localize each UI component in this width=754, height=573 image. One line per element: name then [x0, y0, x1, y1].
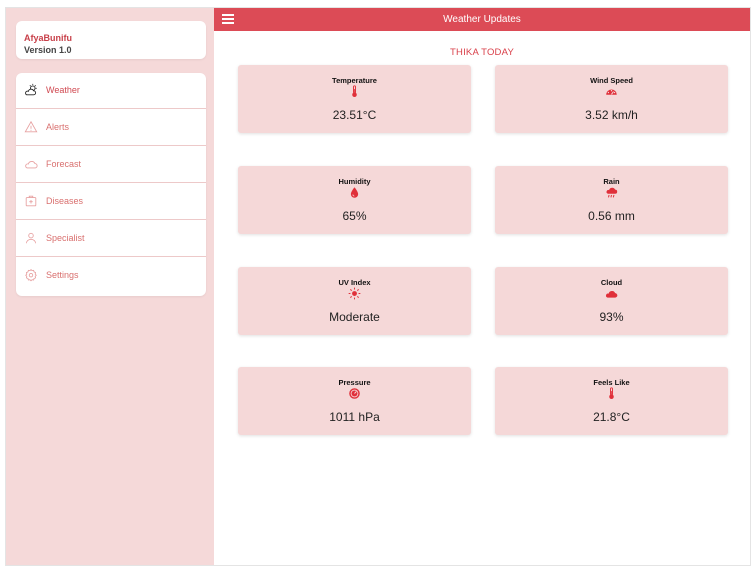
water-drop-icon — [350, 187, 359, 198]
thermometer-icon — [352, 85, 357, 98]
sidebar-item-label: Weather — [46, 85, 80, 95]
sidebar-item-label: Settings — [46, 270, 79, 280]
warning-icon — [24, 120, 38, 133]
weather-card-cloud: Cloud 93% — [495, 267, 728, 335]
location-heading: THIKA TODAY — [450, 47, 514, 58]
weather-card-uv-index: UV Index Moderate — [238, 267, 471, 335]
header-bar: Weather Updates — [214, 8, 750, 31]
sidebar-item-label: Specialist — [46, 233, 85, 243]
app-info-card: AfyaBunifu Version 1.0 — [16, 21, 206, 59]
card-title: Pressure — [338, 378, 371, 387]
card-value: 0.56 mm — [588, 209, 635, 223]
weather-card-rain: Rain 0.56 mm — [495, 166, 728, 234]
card-value: 23.51°C — [332, 108, 377, 122]
app-name: AfyaBunifu — [24, 33, 72, 43]
thermometer-icon — [609, 387, 614, 400]
gauge-icon — [349, 388, 360, 399]
page-title: Weather Updates — [443, 14, 521, 25]
sidebar: AfyaBunifu Version 1.0 Weather Alerts Fo… — [6, 8, 214, 565]
weather-card-feels-like: Feels Like 21.8°C — [495, 367, 728, 435]
medical-kit-icon — [25, 195, 37, 207]
sidebar-item-label: Forecast — [46, 159, 82, 169]
card-title: Rain — [603, 177, 620, 186]
sidebar-item-alerts[interactable]: Alerts — [16, 110, 206, 146]
card-value: Moderate — [329, 310, 380, 324]
speedometer-icon — [606, 89, 617, 95]
weather-card-wind-speed: Wind Speed 3.52 km/h — [495, 65, 728, 133]
app-window: AfyaBunifu Version 1.0 Weather Alerts Fo… — [6, 8, 750, 565]
card-title: Humidity — [338, 177, 371, 186]
card-title: Cloud — [600, 278, 623, 287]
card-value: 3.52 km/h — [585, 108, 638, 122]
sidebar-item-settings[interactable]: Settings — [16, 258, 206, 294]
person-icon — [26, 232, 36, 244]
sidebar-item-diseases[interactable]: Diseases — [16, 184, 206, 220]
sidebar-item-label: Alerts — [46, 122, 70, 132]
sidebar-menu: Weather Alerts Forecast Diseases Special… — [16, 73, 206, 296]
card-value: 21.8°C — [593, 410, 630, 424]
weather-card-temperature: Temperature 23.51°C — [238, 65, 471, 133]
cloud-sun-icon — [25, 83, 37, 96]
rain-cloud-icon — [606, 187, 618, 198]
sun-icon — [348, 287, 361, 300]
card-value: 65% — [342, 209, 367, 223]
card-title: UV Index — [338, 278, 371, 287]
card-title: Wind Speed — [590, 76, 633, 85]
card-title: Feels Like — [593, 378, 630, 387]
card-title: Temperature — [332, 76, 377, 85]
gear-icon — [25, 268, 37, 282]
sidebar-item-weather[interactable]: Weather — [16, 73, 206, 109]
sidebar-item-specialist[interactable]: Specialist — [16, 221, 206, 257]
sidebar-item-forecast[interactable]: Forecast — [16, 147, 206, 183]
cloud-icon — [606, 291, 618, 298]
main-content: THIKA TODAY Temperature 23.51°C Wind Spe… — [214, 31, 750, 565]
weather-card-pressure: Pressure 1011 hPa — [238, 367, 471, 435]
app-version: Version 1.0 — [24, 45, 72, 55]
weather-card-humidity: Humidity 65% — [238, 166, 471, 234]
card-value: 1011 hPa — [329, 410, 380, 424]
cloud-icon — [25, 161, 38, 169]
sidebar-item-label: Diseases — [46, 196, 84, 206]
card-value: 93% — [599, 310, 624, 324]
